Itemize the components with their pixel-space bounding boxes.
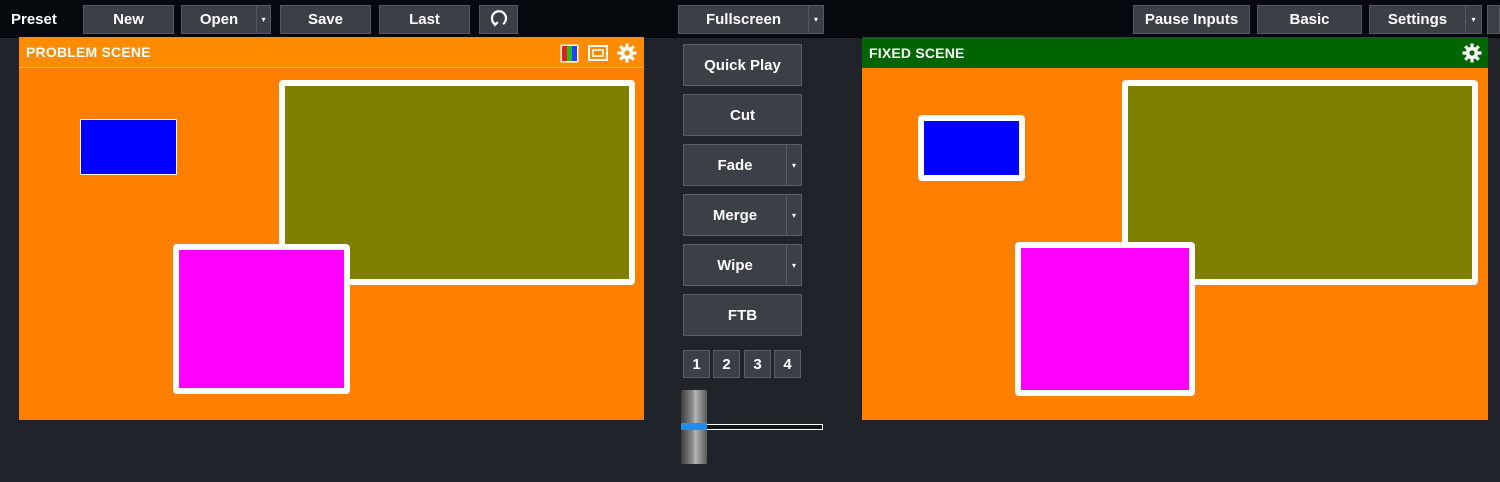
preset-label: Preset [11, 11, 57, 28]
merge-dropdown-button[interactable]: ▾ [786, 194, 802, 236]
transition-3-button[interactable]: 3 [744, 350, 771, 378]
transition-2-button[interactable]: 2 [713, 350, 740, 378]
chevron-down-icon: ▾ [1471, 15, 1476, 24]
fade-dropdown-button[interactable]: ▾ [786, 144, 802, 186]
preview-panel: PROBLEM SCENE [19, 37, 644, 420]
merge-button[interactable]: Merge [683, 194, 787, 236]
fullscreen-button[interactable]: Fullscreen [678, 5, 809, 34]
quick-play-button[interactable]: Quick Play [683, 44, 802, 86]
preview-title: PROBLEM SCENE [26, 44, 151, 60]
refresh-icon [489, 8, 509, 32]
transition-1-button[interactable]: 1 [683, 350, 710, 378]
colors-icon[interactable] [559, 43, 579, 63]
chevron-down-icon: ▾ [791, 210, 796, 220]
chevron-down-icon: ▾ [261, 15, 266, 24]
gear-icon[interactable] [1462, 43, 1482, 63]
blue-layer [918, 115, 1025, 181]
transition-4-button[interactable]: 4 [774, 350, 801, 378]
settings-button[interactable]: Settings [1369, 5, 1466, 34]
output-canvas[interactable] [862, 68, 1488, 420]
output-title: FIXED SCENE [869, 44, 965, 61]
chevron-down-icon: ▾ [813, 15, 818, 24]
vmix-window: Preset New Open ▾ Save Last Fullscreen ▾… [0, 0, 1500, 482]
new-button[interactable]: New [83, 5, 174, 34]
open-dropdown-button[interactable]: ▾ [256, 5, 271, 34]
tbar-handle[interactable] [681, 390, 707, 464]
preview-header: PROBLEM SCENE [19, 37, 644, 68]
output-panel: FIXED SCENE [862, 37, 1488, 420]
top-toolbar: Preset New Open ▾ Save Last Fullscreen ▾… [0, 0, 1500, 38]
chevron-down-icon: ▾ [791, 260, 796, 270]
ftb-button[interactable]: FTB [683, 294, 802, 336]
output-header: FIXED SCENE [862, 37, 1488, 68]
overflow-button[interactable] [1487, 5, 1500, 34]
magenta-layer [1015, 242, 1195, 396]
settings-dropdown-button[interactable]: ▾ [1465, 5, 1482, 34]
wipe-button[interactable]: Wipe [683, 244, 787, 286]
fade-button[interactable]: Fade [683, 144, 787, 186]
refresh-button[interactable] [479, 5, 518, 34]
blue-layer [80, 119, 177, 175]
cut-button[interactable]: Cut [683, 94, 802, 136]
save-button[interactable]: Save [280, 5, 371, 34]
chevron-down-icon: ▾ [791, 160, 796, 170]
multiview-icon[interactable] [588, 43, 608, 63]
basic-button[interactable]: Basic [1257, 5, 1362, 34]
magenta-layer [173, 244, 350, 394]
pause-inputs-button[interactable]: Pause Inputs [1133, 5, 1250, 34]
wipe-dropdown-button[interactable]: ▾ [786, 244, 802, 286]
preview-canvas[interactable] [19, 68, 644, 420]
open-button[interactable]: Open [181, 5, 257, 34]
gear-icon[interactable] [617, 43, 637, 63]
tbar-handle-marker [681, 423, 707, 430]
fullscreen-dropdown-button[interactable]: ▾ [808, 5, 824, 34]
last-button[interactable]: Last [379, 5, 470, 34]
